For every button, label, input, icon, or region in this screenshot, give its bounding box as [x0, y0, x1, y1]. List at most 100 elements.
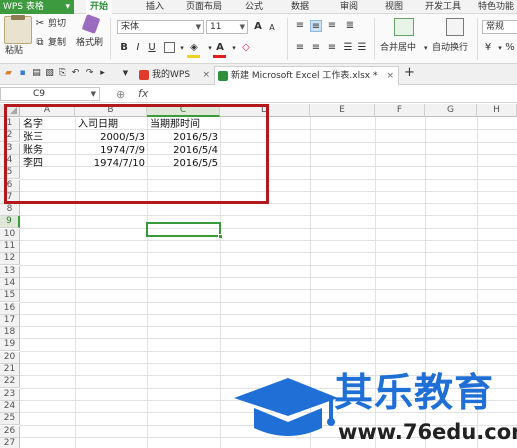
more-icon[interactable]: ▸ [97, 68, 108, 79]
fill-handle[interactable] [218, 234, 223, 239]
undo-icon[interactable]: ↶ [70, 68, 81, 79]
ribbon-toolbar: 粘贴 ✂ 剪切 ⧉ 复制 格式刷 宋体 ▼ 11 ▼ A A B I U ▾ ◈… [0, 14, 517, 64]
paintbrush-icon [81, 14, 101, 34]
column-header-h[interactable]: H [477, 104, 517, 117]
row-header-18[interactable]: 18 [0, 327, 20, 340]
open-folder-icon[interactable]: ▰ [3, 68, 14, 79]
row-header-24[interactable]: 24 [0, 400, 20, 413]
redo-icon[interactable]: ↷ [84, 68, 95, 79]
borders-icon[interactable] [164, 42, 175, 53]
row-gridline [20, 363, 517, 364]
formula-input[interactable] [160, 87, 517, 101]
percent-icon[interactable]: % [504, 42, 516, 54]
italic-icon[interactable]: I [132, 42, 144, 54]
tab-my-wps[interactable]: 我的WPS × [136, 66, 214, 85]
tab-page-layout[interactable]: 页面布局 [186, 0, 222, 14]
tab-special-features[interactable]: 特色功能 [478, 0, 514, 14]
copy-icon: ⧉ [36, 37, 44, 48]
bold-icon[interactable]: B [118, 42, 130, 54]
distributed-icon[interactable]: ☰ [356, 42, 368, 54]
wps-spreadsheet-window: WPS 表格 ▾ 开始 插入 页面布局 公式 数据 审阅 视图 开发工具 特色功… [0, 0, 517, 448]
decrease-font-icon[interactable]: A [266, 22, 278, 34]
row-gridline [20, 326, 517, 328]
insert-function-icon[interactable]: fx [138, 87, 148, 100]
clear-format-icon[interactable]: ◇ [240, 42, 252, 54]
row-header-16[interactable]: 16 [0, 302, 20, 315]
tab-view[interactable]: 视图 [385, 0, 403, 14]
align-top-icon[interactable]: ≡ [294, 20, 306, 32]
tab-excel-document-label: 新建 Microsoft Excel 工作表.xlsx * [231, 71, 378, 81]
align-middle-icon[interactable]: ≡ [310, 20, 322, 32]
close-icon[interactable]: × [386, 67, 394, 85]
name-box-value: C9 [33, 89, 46, 99]
row-header-22[interactable]: 22 [0, 376, 20, 389]
format-painter-button[interactable]: 格式刷 [76, 14, 108, 56]
tab-developer[interactable]: 开发工具 [425, 0, 461, 14]
close-icon[interactable]: × [202, 66, 210, 84]
font-color-icon[interactable]: A [214, 42, 226, 54]
merge-center-button[interactable]: 合并居中 ▾ [380, 18, 430, 60]
row-header-25[interactable]: 25 [0, 413, 20, 426]
tab-my-wps-label: 我的WPS [152, 70, 191, 80]
chevron-down-icon: ▾ [424, 44, 428, 52]
row-header-12[interactable]: 12 [0, 253, 20, 266]
align-center-icon[interactable]: ≡ [310, 42, 322, 54]
tab-data[interactable]: 数据 [291, 0, 309, 14]
row-header-20[interactable]: 20 [0, 351, 20, 364]
row-header-13[interactable]: 13 [0, 265, 20, 278]
print-preview-icon[interactable]: ▧ [44, 68, 55, 79]
row-header-26[interactable]: 26 [0, 425, 20, 438]
ribbon-divider [477, 18, 478, 60]
selected-cell-c9[interactable] [146, 222, 223, 239]
align-left-icon[interactable]: ≡ [294, 42, 306, 54]
column-header-f[interactable]: F [375, 104, 425, 117]
name-box[interactable]: C9 ▼ [0, 87, 100, 101]
paste-button[interactable]: 粘贴 [2, 15, 32, 60]
row-header-14[interactable]: 14 [0, 277, 20, 290]
zoom-icon[interactable]: ⊕ [116, 88, 125, 101]
new-tab-icon[interactable]: + [404, 66, 415, 79]
cut-label: 剪切 [48, 19, 67, 29]
tab-excel-document[interactable]: 新建 Microsoft Excel 工作表.xlsx * × [214, 66, 399, 85]
row-header-8[interactable]: 8 [0, 204, 20, 217]
row-header-9[interactable]: 9 [0, 216, 20, 229]
row-header-17[interactable]: 17 [0, 314, 20, 327]
column-header-g[interactable]: G [425, 104, 477, 117]
chevron-down-icon[interactable]: ▾ [228, 42, 240, 54]
copy-button[interactable]: ⧉ 复制 [34, 36, 74, 50]
tab-insert[interactable]: 插入 [146, 0, 164, 14]
number-format-select[interactable]: 常规 [482, 20, 517, 34]
row-header-27[interactable]: 27 [0, 437, 20, 448]
tab-home[interactable]: 开始 [86, 0, 113, 14]
font-size-select[interactable]: 11 ▼ [206, 20, 248, 34]
increase-font-icon[interactable]: A [252, 21, 264, 33]
align-bottom-icon[interactable]: ≡ [326, 20, 338, 32]
chevron-down-icon[interactable]: ▾ [176, 42, 188, 54]
row-header-23[interactable]: 23 [0, 388, 20, 401]
font-size-value: 11 [210, 22, 222, 32]
column-header-e[interactable]: E [310, 104, 375, 117]
chevron-down-icon[interactable]: ▼ [120, 68, 131, 79]
tab-review[interactable]: 审阅 [340, 0, 358, 14]
cut-button[interactable]: ✂ 剪切 [34, 17, 78, 31]
justify-icon[interactable]: ☰ [342, 42, 354, 54]
wps-app-menu-button[interactable]: WPS 表格 ▾ [0, 0, 74, 14]
chevron-down-icon: ▼ [90, 90, 96, 98]
row-header-10[interactable]: 10 [0, 228, 20, 241]
row-header-21[interactable]: 21 [0, 364, 20, 376]
currency-icon[interactable]: ¥ [482, 42, 494, 54]
tab-formulas[interactable]: 公式 [245, 0, 263, 14]
save-icon[interactable]: ▪ [17, 68, 28, 79]
font-name-select[interactable]: 宋体 ▼ [117, 20, 204, 34]
print-icon[interactable]: ▤ [31, 68, 42, 79]
fill-color-icon[interactable]: ◈ [188, 42, 200, 54]
row-header-19[interactable]: 19 [0, 339, 20, 352]
row-header-11[interactable]: 11 [0, 241, 20, 253]
chevron-down-icon: ▼ [239, 23, 245, 31]
orientation-icon[interactable]: ≣ [344, 20, 356, 32]
export-icon[interactable]: ⎘ [57, 68, 68, 79]
row-header-15[interactable]: 15 [0, 290, 20, 303]
align-right-icon[interactable]: ≡ [326, 42, 338, 54]
wrap-text-button[interactable]: 自动换行 [432, 18, 476, 60]
underline-icon[interactable]: U [146, 42, 158, 54]
